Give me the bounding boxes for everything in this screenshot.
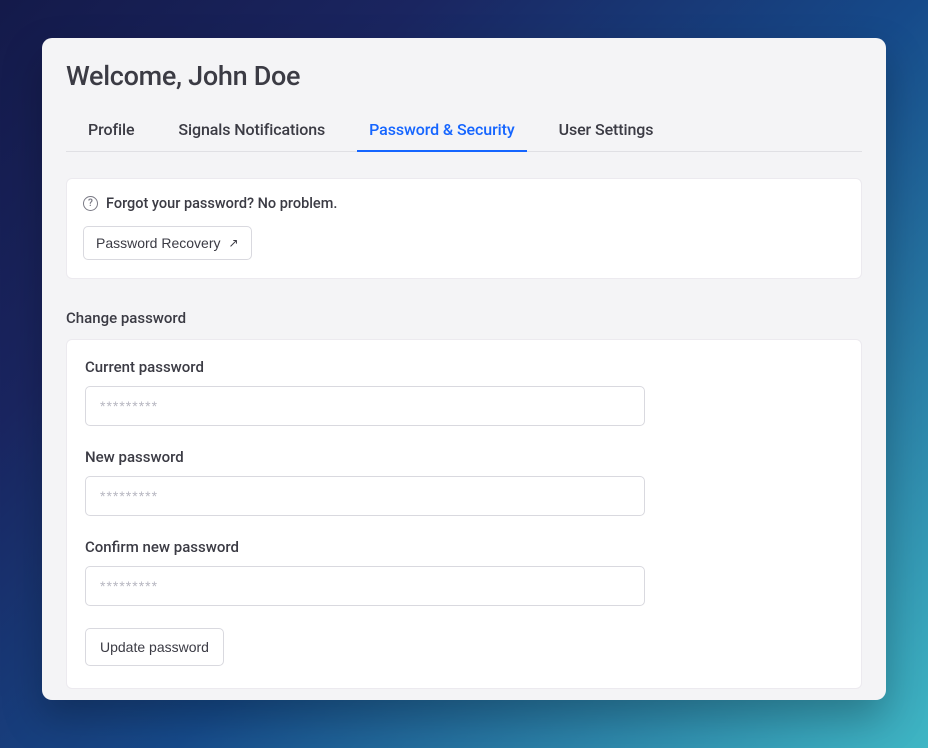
- forgot-password-panel: ? Forgot your password? No problem. Pass…: [66, 178, 862, 279]
- new-password-input[interactable]: [85, 476, 645, 516]
- confirm-password-input[interactable]: [85, 566, 645, 606]
- password-recovery-label: Password Recovery: [96, 235, 221, 251]
- forgot-password-text: Forgot your password? No problem.: [106, 195, 337, 212]
- update-password-button[interactable]: Update password: [85, 628, 224, 666]
- current-password-input[interactable]: [85, 386, 645, 426]
- forgot-password-line: ? Forgot your password? No problem.: [83, 195, 845, 212]
- tab-profile[interactable]: Profile: [88, 120, 134, 151]
- change-password-panel: Current password New password Confirm ne…: [66, 339, 862, 689]
- confirm-password-label: Confirm new password: [85, 538, 843, 556]
- tab-signals-notifications[interactable]: Signals Notifications: [178, 120, 325, 151]
- external-link-icon: ↗: [229, 236, 239, 250]
- page-title: Welcome, John Doe: [66, 60, 862, 92]
- settings-card: Welcome, John Doe Profile Signals Notifi…: [42, 38, 886, 700]
- change-password-heading: Change password: [66, 309, 862, 327]
- tab-password-security[interactable]: Password & Security: [369, 120, 514, 151]
- tab-user-settings[interactable]: User Settings: [559, 120, 654, 151]
- confirm-password-group: Confirm new password: [85, 538, 843, 606]
- new-password-group: New password: [85, 448, 843, 516]
- current-password-label: Current password: [85, 358, 843, 376]
- current-password-group: Current password: [85, 358, 843, 426]
- password-recovery-button[interactable]: Password Recovery ↗: [83, 226, 252, 260]
- new-password-label: New password: [85, 448, 843, 466]
- tabs-bar: Profile Signals Notifications Password &…: [66, 120, 862, 152]
- help-icon: ?: [83, 196, 98, 211]
